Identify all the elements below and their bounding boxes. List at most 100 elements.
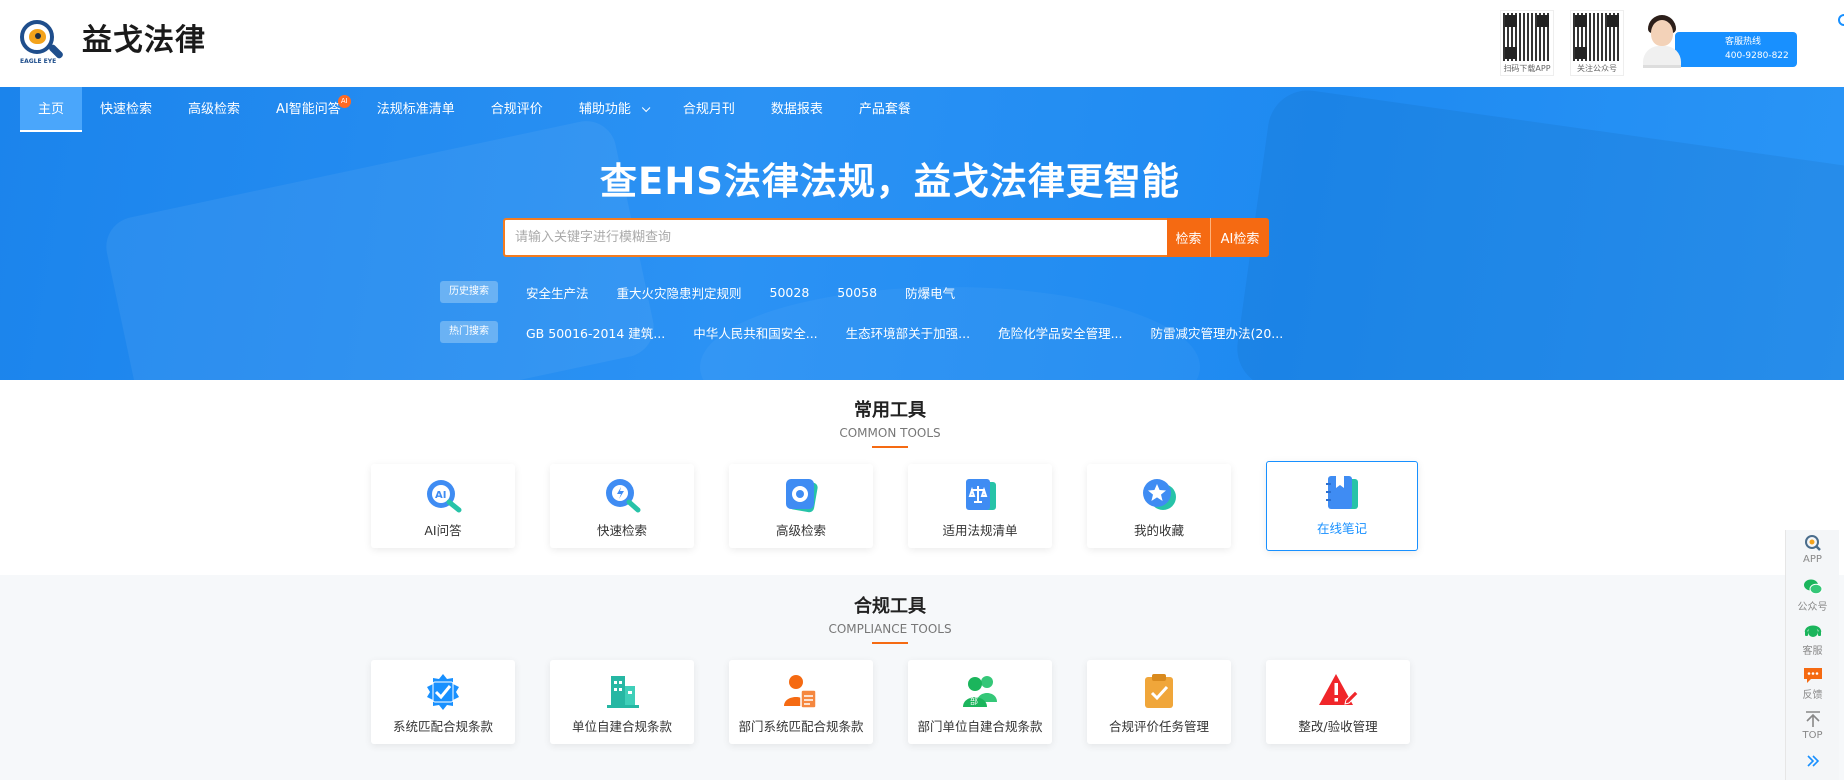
hot-tag[interactable]: GB 50016-2014 建筑... bbox=[526, 323, 665, 342]
hotline-number: 400-9280-822 bbox=[1725, 51, 1789, 61]
history-tag[interactable]: 重大火灾隐患判定规则 bbox=[617, 283, 742, 302]
site-header: EAGLE EYE 益戈法律 扫码下载APP 关注公众号 客服热线 400-92… bbox=[0, 0, 1844, 87]
nav-label: 快速检索 bbox=[100, 102, 153, 117]
section-subtitle: COMPLIANCE TOOLS bbox=[828, 622, 952, 636]
sidebar-label: TOP bbox=[1802, 730, 1823, 741]
tool-label: 我的收藏 bbox=[1133, 523, 1184, 538]
tool-regulation-list[interactable]: 适用法规清单 bbox=[908, 464, 1052, 548]
hotline-badge: 客服热线 400-9280-822 bbox=[1675, 32, 1797, 67]
nav-advanced-search[interactable]: 高级检索 bbox=[170, 87, 258, 132]
tool-department-unit-clauses[interactable]: 部 部门单位自建合规条款 bbox=[908, 660, 1052, 744]
tool-label: 在线笔记 bbox=[1316, 521, 1367, 536]
nav-label: 主页 bbox=[38, 102, 65, 117]
ai-search-button[interactable]: AI检索 bbox=[1211, 218, 1269, 257]
sidebar-label: 反馈 bbox=[1802, 690, 1823, 701]
sidebar-label: 公众号 bbox=[1797, 602, 1828, 613]
sidebar-label: APP bbox=[1803, 554, 1822, 565]
section-underline bbox=[872, 642, 908, 644]
task-clipboard-icon bbox=[1139, 672, 1179, 710]
regulation-list-icon bbox=[960, 476, 1000, 514]
sidebar-customer-service[interactable]: 客服 bbox=[1786, 618, 1839, 662]
nav-data-reports[interactable]: 数据报表 bbox=[753, 87, 841, 132]
floating-sidebar: APP 公众号 客服 反馈 TOP bbox=[1785, 530, 1839, 780]
customer-hotline[interactable]: 客服热线 400-9280-822 bbox=[1637, 12, 1797, 68]
hot-search-label: 热门搜索 bbox=[440, 321, 498, 343]
advanced-search-icon bbox=[781, 476, 821, 514]
nav-product-packages[interactable]: 产品套餐 bbox=[841, 87, 929, 132]
hot-tag[interactable]: 生态环境部关于加强... bbox=[846, 323, 970, 342]
tool-system-match-clauses[interactable]: 系统匹配合规条款 bbox=[371, 660, 515, 744]
search-input[interactable] bbox=[503, 218, 1167, 257]
tool-label: 高级检索 bbox=[775, 523, 826, 538]
search-button[interactable]: 检索 bbox=[1167, 218, 1211, 257]
department-user-icon bbox=[781, 672, 821, 710]
eagle-eye-logo-icon: EAGLE EYE bbox=[18, 18, 65, 65]
hot-tag[interactable]: 中华人民共和国安全... bbox=[693, 323, 817, 342]
tool-quick-search[interactable]: 快速检索 bbox=[550, 464, 694, 548]
compliance-tools-heading: 合规工具 COMPLIANCE TOOLS bbox=[0, 592, 1780, 644]
tool-advanced-search[interactable]: 高级检索 bbox=[729, 464, 873, 548]
nav-monthly-journal[interactable]: 合规月刊 bbox=[665, 87, 753, 132]
svg-text:部: 部 bbox=[970, 696, 978, 706]
tool-label: 单位自建合规条款 bbox=[571, 719, 672, 734]
section-title: 常用工具 bbox=[854, 400, 926, 421]
service-agent-avatar bbox=[1637, 12, 1685, 68]
sidebar-wechat[interactable]: 公众号 bbox=[1786, 574, 1839, 618]
hot-tag[interactable]: 防雷减灾管理办法(20... bbox=[1150, 323, 1283, 342]
compliance-tools-grid: 系统匹配合规条款 单位自建合规条款 部门系统匹配合规条款 部 部门单位自建合规条… bbox=[371, 660, 1445, 744]
tool-rectification-acceptance[interactable]: 整改/验收管理 bbox=[1266, 660, 1410, 744]
tool-favorites[interactable]: 我的收藏 bbox=[1087, 464, 1231, 548]
sidebar-feedback[interactable]: 反馈 bbox=[1786, 662, 1839, 706]
history-search-row: 历史搜索 安全生产法 重大火灾隐患判定规则 50028 50058 防爆电气 bbox=[440, 281, 983, 303]
history-tag[interactable]: 50028 bbox=[770, 285, 810, 300]
app-download-qr: 扫码下载APP bbox=[1500, 10, 1554, 76]
section-underline bbox=[872, 446, 908, 448]
brand-name: 益戈法律 bbox=[82, 23, 206, 58]
common-tools-heading: 常用工具 COMMON TOOLS bbox=[0, 396, 1780, 448]
nav-compliance-evaluation[interactable]: 合规评价 bbox=[473, 87, 561, 132]
tool-unit-built-clauses[interactable]: 单位自建合规条款 bbox=[550, 660, 694, 744]
qr-caption: 关注公众号 bbox=[1577, 64, 1617, 73]
nav-regulation-list[interactable]: 法规标准清单 bbox=[359, 87, 473, 132]
tool-evaluation-task-management[interactable]: 合规评价任务管理 bbox=[1087, 660, 1231, 744]
brand-logo[interactable]: EAGLE EYE 益戈法律 bbox=[18, 18, 206, 65]
nav-quick-search[interactable]: 快速检索 bbox=[82, 87, 170, 132]
favorites-icon bbox=[1139, 476, 1179, 514]
ai-qa-icon: AI bbox=[423, 476, 463, 514]
nav-auxiliary-functions[interactable]: 辅助功能 bbox=[561, 87, 665, 132]
notes-icon bbox=[1322, 474, 1362, 512]
nav-label: AI智能问答 bbox=[276, 102, 341, 117]
qr-code-icon bbox=[1573, 13, 1621, 61]
sidebar-app[interactable]: APP bbox=[1786, 530, 1839, 574]
search-bar: 检索 AI检索 bbox=[503, 218, 1269, 257]
back-to-top-icon bbox=[1803, 710, 1823, 728]
nav-label: 合规月刊 bbox=[682, 102, 735, 117]
tool-department-system-clauses[interactable]: 部门系统匹配合规条款 bbox=[729, 660, 873, 744]
double-chevron-right-icon bbox=[1803, 752, 1823, 770]
section-title: 合规工具 bbox=[854, 596, 926, 617]
tool-label: AI问答 bbox=[424, 523, 462, 538]
tool-label: 系统匹配合规条款 bbox=[392, 719, 493, 734]
history-tag[interactable]: 防爆电气 bbox=[905, 283, 955, 302]
tool-label: 部门系统匹配合规条款 bbox=[738, 719, 864, 734]
tool-online-notes[interactable]: 在线笔记 bbox=[1266, 461, 1418, 551]
svg-text:AI: AI bbox=[435, 490, 446, 501]
nav-ai-qa[interactable]: AI智能问答 AI bbox=[258, 87, 359, 132]
nav-label: 高级检索 bbox=[188, 102, 241, 117]
sidebar-back-to-top[interactable]: TOP bbox=[1786, 706, 1839, 750]
hero-title: 查EHS法律法规，益戈法律更智能 bbox=[600, 160, 1180, 203]
hot-tag[interactable]: 危险化学品安全管理... bbox=[998, 323, 1122, 342]
history-tag[interactable]: 安全生产法 bbox=[526, 283, 589, 302]
sidebar-collapse[interactable] bbox=[1786, 750, 1839, 776]
nav-label: 辅助功能 bbox=[578, 102, 631, 117]
scroll-indicator bbox=[1838, 14, 1844, 26]
nav-home[interactable]: 主页 bbox=[20, 87, 83, 132]
system-match-icon bbox=[423, 672, 463, 710]
nav-label: 数据报表 bbox=[770, 102, 823, 117]
hot-search-row: 热门搜索 GB 50016-2014 建筑... 中华人民共和国安全... 生态… bbox=[440, 321, 1311, 343]
tool-ai-qa[interactable]: AI AI问答 bbox=[371, 464, 515, 548]
history-tag[interactable]: 50058 bbox=[837, 285, 877, 300]
app-search-icon bbox=[1803, 534, 1823, 552]
tool-label: 适用法规清单 bbox=[942, 523, 1018, 538]
sidebar-label: 客服 bbox=[1802, 646, 1823, 657]
